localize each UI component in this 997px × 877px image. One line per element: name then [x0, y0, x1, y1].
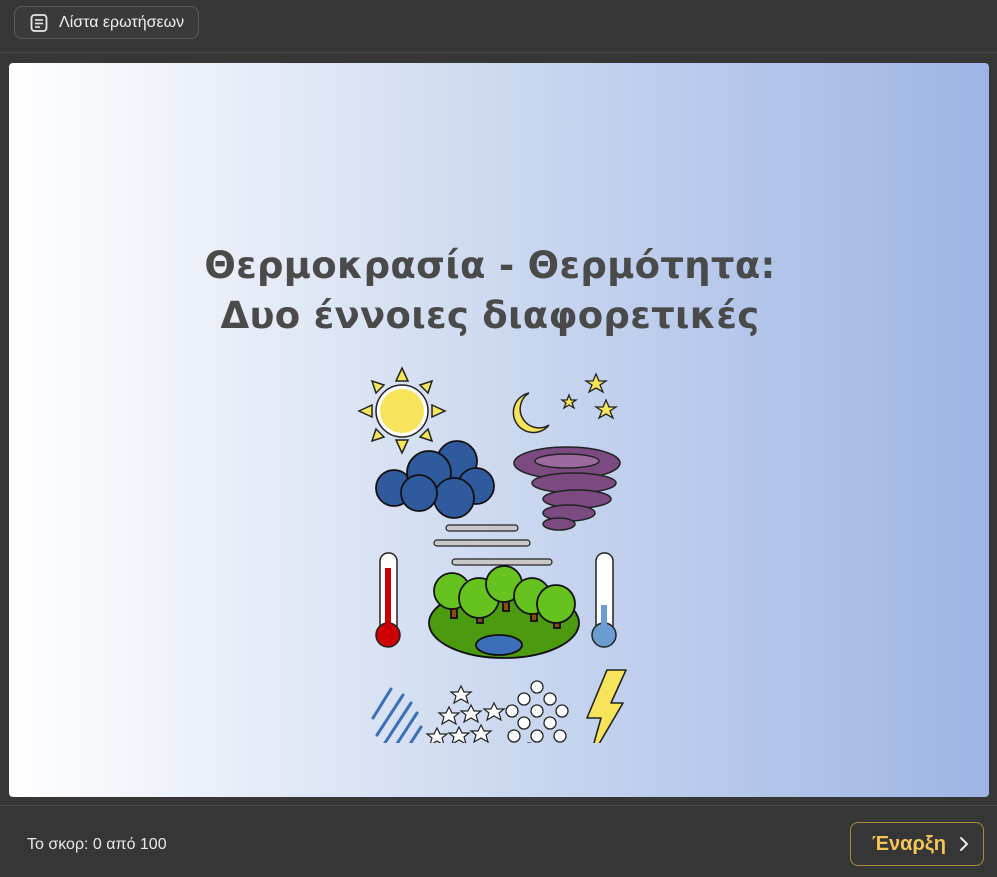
snowflake-icon: [425, 684, 506, 743]
chevron-right-icon: [958, 836, 970, 852]
cloud-icon: [375, 440, 495, 519]
slide-title: Θερμοκρασία - Θερμότητα: Δυο έννοιες δια…: [9, 241, 971, 341]
start-button-label: Έναρξη: [872, 832, 946, 855]
hail-icon: [505, 680, 569, 743]
top-bar: Λίστα ερωτήσεων: [0, 0, 997, 53]
forest-island-icon: [428, 565, 580, 659]
slide-title-line-2: Δυο έννοιες διαφορετικές: [220, 294, 760, 337]
start-button[interactable]: Έναρξη: [850, 822, 984, 866]
sun-icon: [357, 366, 447, 455]
slide-title-line-1: Θερμοκρασία - Θερμότητα:: [204, 244, 776, 287]
bottom-bar: Το σκορ: 0 από 100 Έναρξη: [0, 805, 997, 877]
lightning-icon: [586, 669, 627, 743]
tornado-icon: [513, 446, 621, 531]
question-list-button[interactable]: Λίστα ερωτήσεων: [14, 6, 199, 39]
moon-icon: [512, 392, 550, 434]
star-icon: [560, 372, 619, 420]
weather-illustration: [357, 366, 627, 743]
score-text: Το σκορ: 0 από 100: [27, 836, 167, 853]
wind-icon: [433, 524, 553, 566]
hot-thermometer-icon: [375, 552, 401, 648]
title-slide: Θερμοκρασία - Θερμότητα: Δυο έννοιες δια…: [9, 63, 989, 797]
rain-icon: [371, 687, 423, 743]
question-list-label: Λίστα ερωτήσεων: [59, 13, 185, 31]
document-list-icon: [29, 13, 49, 33]
cold-thermometer-icon: [591, 552, 617, 648]
